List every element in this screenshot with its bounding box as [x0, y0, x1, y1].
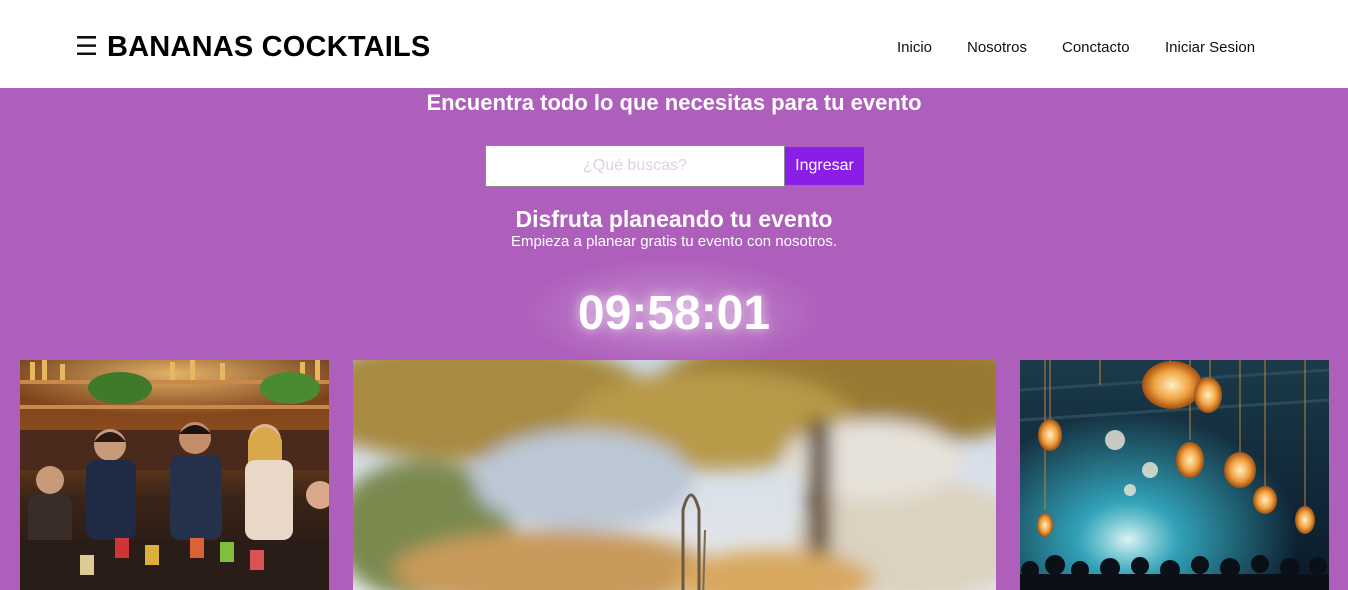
gallery-image-party [1020, 360, 1329, 590]
gallery-image-outdoor [353, 360, 996, 590]
nav-inicio[interactable]: Inicio [897, 39, 932, 57]
gallery-image-bar [20, 360, 329, 590]
hamburger-menu-icon[interactable]: ☰ [75, 33, 98, 61]
section-description: Empieza a planear gratis tu evento con n… [510, 233, 838, 250]
section-subtitle: Disfruta planeando tu evento [515, 206, 833, 232]
brand-logo[interactable]: BANANAS COCKTAILS [107, 30, 430, 64]
search-input[interactable] [485, 145, 785, 187]
search-submit-button[interactable]: Ingresar [785, 147, 864, 185]
nav-nosotros[interactable]: Nosotros [967, 39, 1027, 57]
countdown-timer: 09:58:01 [577, 287, 771, 340]
nav-contacto[interactable]: Conctacto [1062, 39, 1130, 57]
hero-title: Encuentra todo lo que necesitas para tu … [426, 90, 922, 115]
nav-iniciar-sesion[interactable]: Iniciar Sesion [1165, 39, 1255, 57]
site-header: ☰ BANANAS COCKTAILS Inicio Nosotros Conc… [0, 0, 1348, 88]
